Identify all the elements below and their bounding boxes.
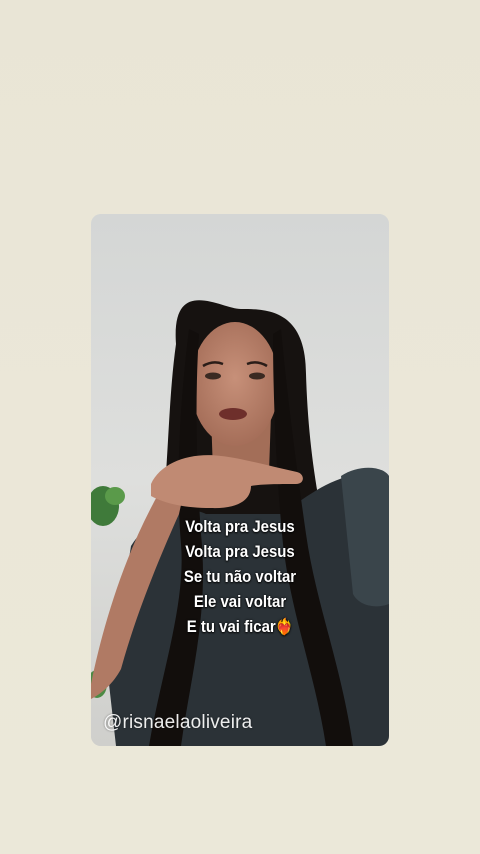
story-caption: Volta pra Jesus Volta pra Jesus Se tu nã… — [109, 514, 371, 640]
story-video-card[interactable]: Volta pra Jesus Volta pra Jesus Se tu nã… — [91, 214, 389, 746]
heart-on-fire-icon: ❤️‍🔥 — [275, 619, 294, 636]
story-screen: { "story": { "caption_lines": [ "Volta p… — [0, 0, 480, 854]
face — [191, 322, 279, 446]
video-frame — [91, 214, 389, 746]
caption-line-3: Se tu não voltar — [183, 567, 297, 586]
caption-line-5-text: E tu vai ficar — [186, 617, 276, 636]
caption-line-1: Volta pra Jesus — [185, 517, 295, 536]
caption-line-2: Volta pra Jesus — [185, 542, 295, 561]
caption-line-4: Ele vai voltar — [193, 592, 287, 611]
mouth — [219, 408, 247, 420]
creator-watermark: @risnaelaoliveira — [103, 712, 253, 733]
caption-line-5: E tu vai ficar❤️‍🔥 — [109, 614, 371, 640]
